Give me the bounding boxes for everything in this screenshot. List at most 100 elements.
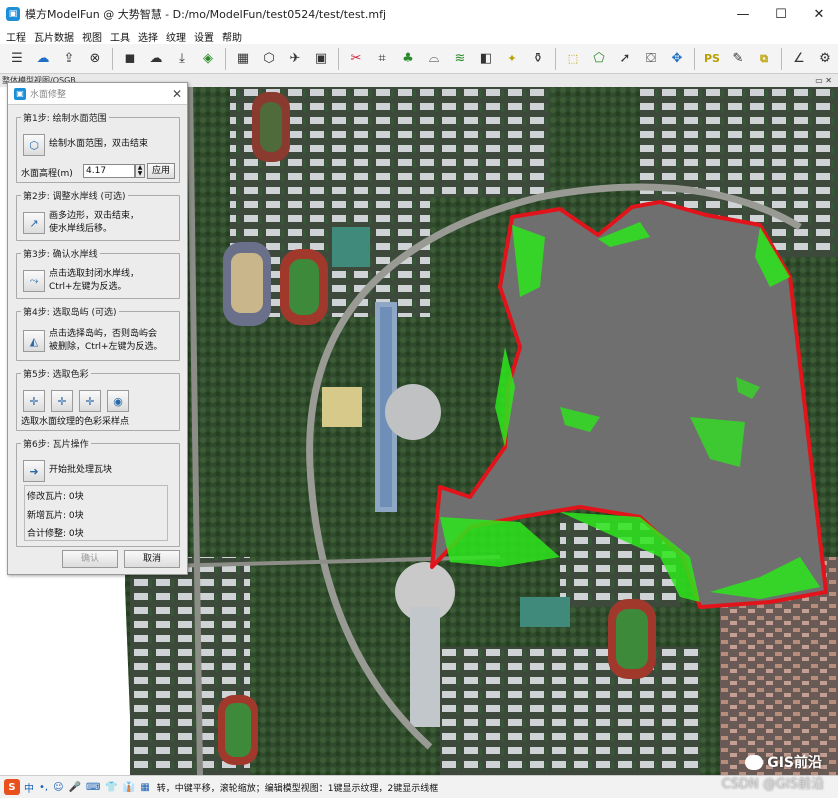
wand-icon[interactable]: ✦ — [501, 48, 523, 70]
preview-sample-button[interactable]: ◉ — [107, 390, 129, 412]
menu-help[interactable]: 帮助 — [220, 29, 248, 44]
minimize-button[interactable]: — — [724, 0, 762, 28]
window-title: 模方ModelFun @ 大势智慧 - D:/mo/ModelFun/test0… — [25, 8, 387, 21]
confirm-shoreline-button[interactable]: ⤳ — [23, 270, 45, 292]
pick-line-icon: ⤳ — [29, 274, 39, 287]
square-select-icon[interactable]: ◼ — [119, 48, 141, 70]
menu-view[interactable]: 视图 — [80, 29, 108, 44]
pointer-icon[interactable]: ➚ — [614, 48, 636, 70]
menu-project[interactable]: 工程 — [4, 29, 32, 44]
tab-controls[interactable]: ▭ ✕ — [815, 74, 832, 87]
basket-icon[interactable]: ⛋ — [640, 48, 662, 70]
ime-chinese-toggle[interactable]: 中 — [24, 780, 34, 795]
select-island-button[interactable]: ◭ — [23, 330, 45, 352]
status-bar: S 中 •, ☺ 🎤 ⌨ 👕 👔 ▦ 转，中键平移，滚轮缩放；编辑模型视图：1键… — [0, 775, 838, 798]
measure-icon[interactable]: ∠ — [788, 48, 810, 70]
crosshair-minus-icon: ✛ — [85, 394, 95, 408]
rect-select-icon[interactable]: ⬚ — [562, 48, 584, 70]
line-chart-icon: ↗ — [29, 216, 39, 230]
plane-icon[interactable]: ✈ — [284, 48, 306, 70]
step2-line1: 画多边形，双击结束， — [49, 211, 140, 221]
ime-logo-icon[interactable]: S — [4, 779, 20, 795]
arrow-right-icon: ➜ — [29, 464, 39, 478]
total-fixed-count: 合计修整: 0块 — [27, 529, 84, 539]
menu-settings[interactable]: 设置 — [192, 29, 220, 44]
menu-tile-data[interactable]: 瓦片数据 — [32, 29, 80, 44]
draw-polygon-icon: ⬡ — [29, 138, 39, 152]
cloud-icon[interactable]: ☁ — [145, 48, 167, 70]
step2-legend: 第2步: 调整水岸线 (可选) — [23, 192, 126, 202]
apply-height-button[interactable]: 应用 — [147, 163, 175, 179]
dialog-app-icon: ▣ — [14, 87, 26, 100]
dialog-close-button[interactable]: ✕ — [172, 87, 182, 101]
bucket-icon[interactable]: ⚱ — [527, 48, 549, 70]
confirm-button[interactable]: 确认 — [62, 550, 118, 568]
scissors-icon[interactable]: ✂ — [345, 48, 367, 70]
image-icon[interactable]: ▣ — [310, 48, 332, 70]
close-circle-icon[interactable]: ⊗ — [84, 48, 106, 70]
add-sample-button[interactable]: ✛ — [23, 390, 45, 412]
menu-tools[interactable]: 工具 — [108, 29, 136, 44]
ime-punctuation-toggle[interactable]: •, — [39, 782, 48, 793]
ime-skin-icon[interactable]: 👕 — [105, 782, 117, 793]
step4-line1: 点击选择岛屿，否则岛屿会 — [49, 329, 158, 339]
step3-line1: 点击选取封闭水岸线， — [49, 269, 140, 279]
ime-voice-icon[interactable]: 🎤 — [69, 782, 81, 793]
step4-line2: 被删除，Ctrl+左键为反选。 — [49, 342, 163, 352]
ime-emoji-icon[interactable]: ☺ — [53, 782, 63, 793]
add-sample-plus-button[interactable]: ✛ — [51, 390, 73, 412]
overlay-icon[interactable]: ⧉ — [753, 48, 775, 70]
road-icon[interactable]: ≋ — [449, 48, 471, 70]
tree-icon[interactable]: ♣ — [397, 48, 419, 70]
download-icon[interactable]: ⤓ — [171, 48, 193, 70]
crosshair-plus-icon: ✛ — [57, 394, 67, 408]
ime-grid-icon[interactable]: ▦ — [140, 782, 149, 793]
dialog-title: 水面修整 — [30, 90, 67, 100]
step2-line2: 使水岸线后移。 — [49, 224, 113, 234]
fill-icon[interactable]: ◧ — [475, 48, 497, 70]
maximize-button[interactable]: ☐ — [762, 0, 800, 28]
ime-keyboard-icon[interactable]: ⌨ — [86, 782, 100, 793]
toolbar-separator — [781, 47, 782, 70]
menu-select[interactable]: 选择 — [136, 29, 164, 44]
bridge-icon[interactable]: ⌓ — [423, 48, 445, 70]
draw-water-range-button[interactable]: ⬡ — [23, 134, 45, 156]
settings-gear-icon[interactable]: ⚙ — [814, 48, 836, 70]
brush-icon[interactable]: ✎ — [727, 48, 749, 70]
adjust-shoreline-button[interactable]: ↗ — [23, 212, 45, 234]
water-height-input[interactable]: 4.17 — [83, 164, 135, 178]
step3-group: 第3步: 确认水岸线 ⤳ 点击选取封闭水岸线， Ctrl+左键为反选。 — [16, 247, 180, 299]
close-window-button[interactable]: ✕ — [800, 0, 838, 28]
cloud-upload-icon[interactable]: ☁ — [32, 48, 54, 70]
step3-legend: 第3步: 确认水岸线 — [23, 250, 98, 260]
polygon-select-icon[interactable]: ⬠ — [588, 48, 610, 70]
layers-icon[interactable]: ◈ — [197, 48, 219, 70]
start-batch-button[interactable]: ➜ — [23, 460, 45, 482]
watermark-secondary: CSDN @GIS前沿 — [721, 777, 824, 792]
toolbar-separator — [555, 47, 556, 70]
crosshair-icon: ✛ — [29, 394, 39, 408]
step1-group: 第1步: 绘制水面范围 ⬡ 绘制水面范围，双击结束 水面高程(m) 4.17 ▲… — [16, 111, 180, 183]
step4-legend: 第4步: 选取岛屿 (可选) — [23, 308, 117, 318]
step5-legend: 第5步: 选取色彩 — [23, 370, 89, 380]
height-spinner[interactable]: ▲ ▼ — [135, 164, 145, 178]
title-bar: ▣ 模方ModelFun @ 大势智慧 - D:/mo/ModelFun/tes… — [0, 0, 838, 28]
cancel-button[interactable]: 取消 — [124, 550, 180, 568]
ime-tools-icon[interactable]: 👔 — [123, 782, 135, 793]
cube-icon[interactable]: ⬡ — [258, 48, 280, 70]
dialog-title-bar: ▣ 水面修整 ✕ — [8, 83, 187, 105]
menu-texture[interactable]: 纹理 — [164, 29, 192, 44]
step6-legend: 第6步: 瓦片操作 — [23, 440, 89, 450]
menu-bar: 工程 瓦片数据 视图 工具 选择 纹理 设置 帮助 — [0, 28, 838, 44]
ps-icon[interactable]: PS — [701, 48, 723, 70]
modified-tiles-count: 修改瓦片: 0块 — [27, 492, 84, 502]
remove-sample-button[interactable]: ✛ — [79, 390, 101, 412]
step3-line2: Ctrl+左键为反选。 — [49, 282, 127, 292]
project-list-icon[interactable]: ☰ — [6, 48, 28, 70]
step2-group: 第2步: 调整水岸线 (可选) ↗ 画多边形，双击结束， 使水岸线后移。 — [16, 189, 180, 241]
export-icon[interactable]: ⇪ — [58, 48, 80, 70]
crop-icon[interactable]: ⌗ — [371, 48, 393, 70]
water-height-label: 水面高程(m) — [21, 169, 73, 179]
grid-view-icon[interactable]: ▦ — [232, 48, 254, 70]
move-icon[interactable]: ✥ — [666, 48, 688, 70]
